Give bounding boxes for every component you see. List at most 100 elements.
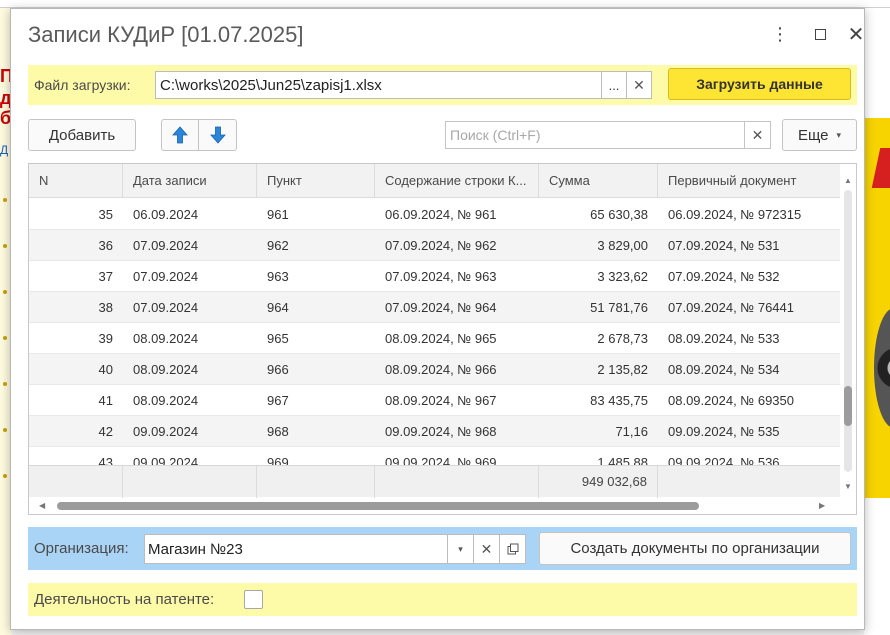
table-row[interactable]: 39 08.09.2024 965 08.09.2024, № 965 2 678,73… bbox=[29, 323, 840, 354]
records-table[interactable]: N Дата записи Пункт Содержание строки К.… bbox=[28, 163, 857, 515]
patent-label: Деятельность на патенте: bbox=[34, 591, 215, 608]
table-body: 35 06.09.2024 961 06.09.2024, № 961 65 630,3… bbox=[29, 199, 840, 465]
cell-date: 09.09.2024 bbox=[133, 455, 199, 465]
chevron-down-icon[interactable]: ▾ bbox=[447, 534, 474, 564]
cell-date: 07.09.2024 bbox=[133, 300, 199, 315]
cell-primary-document: 07.09.2024, № 531 bbox=[668, 238, 780, 253]
cell-sum: 51 781,76 bbox=[590, 300, 648, 315]
table-row[interactable]: 40 08.09.2024 966 08.09.2024, № 966 2 135,82… bbox=[29, 354, 840, 385]
footer-cell bbox=[29, 466, 123, 498]
column-header-date[interactable]: Дата записи bbox=[123, 164, 257, 198]
cell-item: 969 bbox=[267, 455, 289, 465]
cell-sum: 3 829,00 bbox=[597, 238, 648, 253]
bullet-dot bbox=[3, 474, 7, 478]
load-file-input[interactable]: C:\works\2025\Jun25\zapisj1.xlsx bbox=[155, 71, 602, 99]
scroll-thumb[interactable] bbox=[844, 386, 852, 426]
cell-date: 08.09.2024 bbox=[133, 362, 199, 377]
cell-n: 37 bbox=[98, 269, 113, 284]
clear-organization-icon[interactable]: ✕ bbox=[473, 534, 500, 564]
move-up-button[interactable] bbox=[161, 119, 199, 151]
add-button[interactable]: Добавить bbox=[28, 119, 136, 151]
scroll-up-icon[interactable]: ▲ bbox=[844, 176, 852, 185]
cell-primary-document: 08.09.2024, № 533 bbox=[668, 331, 780, 346]
cell-content: 07.09.2024, № 964 bbox=[385, 300, 497, 315]
cell-item: 963 bbox=[267, 269, 289, 284]
window-title: Записи КУДиР [01.07.2025] bbox=[28, 22, 304, 47]
cell-primary-document: 08.09.2024, № 69350 bbox=[668, 393, 794, 408]
more-actions-icon[interactable]: ⋮ bbox=[769, 23, 791, 45]
cell-primary-document: 07.09.2024, № 532 bbox=[668, 269, 780, 284]
cell-n: 43 bbox=[98, 455, 113, 465]
column-header-sum[interactable]: Сумма bbox=[539, 164, 658, 198]
cell-item: 965 bbox=[267, 331, 289, 346]
cell-date: 06.09.2024 bbox=[133, 207, 199, 222]
search-input[interactable]: Поиск (Ctrl+F) bbox=[445, 121, 745, 149]
cell-item: 962 bbox=[267, 238, 289, 253]
table-row[interactable]: 41 08.09.2024 967 08.09.2024, № 967 83 435,7… bbox=[29, 385, 840, 416]
vertical-scrollbar[interactable]: ▲ ▼ bbox=[840, 164, 856, 498]
maximize-icon[interactable] bbox=[809, 23, 831, 45]
scroll-left-icon[interactable]: ◀ bbox=[39, 501, 45, 510]
horizontal-scrollbar[interactable]: ◀ ▶ bbox=[29, 498, 840, 514]
cell-item: 964 bbox=[267, 300, 289, 315]
scroll-down-icon[interactable]: ▼ bbox=[844, 482, 852, 491]
table-row[interactable]: 37 07.09.2024 963 07.09.2024, № 963 3 323,62… bbox=[29, 261, 840, 292]
background-right-panel bbox=[864, 8, 890, 635]
cell-content: 07.09.2024, № 963 bbox=[385, 269, 497, 284]
cell-item: 961 bbox=[267, 207, 289, 222]
table-row[interactable]: 35 06.09.2024 961 06.09.2024, № 961 65 630,3… bbox=[29, 199, 840, 230]
more-menu-button[interactable]: Еще ▾ bbox=[782, 119, 857, 151]
cell-content: 07.09.2024, № 962 bbox=[385, 238, 497, 253]
footer-cell bbox=[658, 466, 840, 498]
cell-primary-document: 06.09.2024, № 972315 bbox=[668, 207, 802, 222]
select-file-button[interactable]: ... bbox=[601, 71, 627, 99]
cell-n: 40 bbox=[98, 362, 113, 377]
more-menu-label: Еще bbox=[797, 126, 829, 144]
search-clear-icon[interactable]: ✕ bbox=[744, 121, 771, 149]
open-organization-icon[interactable] bbox=[499, 534, 526, 564]
cell-content: 09.09.2024, № 968 bbox=[385, 424, 497, 439]
load-data-button[interactable]: Загрузить данные bbox=[668, 68, 851, 100]
cell-content: 08.09.2024, № 965 bbox=[385, 331, 497, 346]
cell-content: 06.09.2024, № 961 bbox=[385, 207, 497, 222]
cell-date: 07.09.2024 bbox=[133, 269, 199, 284]
scroll-thumb[interactable] bbox=[57, 502, 699, 510]
cell-item: 967 bbox=[267, 393, 289, 408]
load-file-label: Файл загрузки: bbox=[34, 77, 131, 93]
cell-content: 08.09.2024, № 966 bbox=[385, 362, 497, 377]
title-bar: Записи КУДиР [01.07.2025] ⋮ ✕ bbox=[11, 9, 864, 61]
cell-n: 41 bbox=[98, 393, 113, 408]
table-row[interactable]: 43 09.09.2024 969 09.09.2024, № 969 1 485,88… bbox=[29, 447, 840, 465]
patent-checkbox[interactable] bbox=[244, 590, 263, 609]
cell-date: 07.09.2024 bbox=[133, 238, 199, 253]
cell-item: 968 bbox=[267, 424, 289, 439]
footer-cell bbox=[123, 466, 257, 498]
column-header-n[interactable]: N bbox=[29, 164, 123, 198]
column-header-primary-document[interactable]: Первичный документ bbox=[658, 164, 840, 198]
cell-primary-document: 07.09.2024, № 76441 bbox=[668, 300, 794, 315]
bullet-dot bbox=[3, 244, 7, 248]
scroll-right-icon[interactable]: ▶ bbox=[819, 501, 825, 510]
column-header-item[interactable]: Пункт bbox=[257, 164, 375, 198]
close-icon[interactable]: ✕ bbox=[845, 23, 867, 46]
clear-file-icon[interactable]: ✕ bbox=[626, 71, 652, 99]
column-header-content[interactable]: Содержание строки К... bbox=[375, 164, 539, 198]
table-row[interactable]: 42 09.09.2024 968 09.09.2024, № 968 71,16 09.… bbox=[29, 416, 840, 447]
background-top-strip bbox=[0, 0, 890, 8]
load-file-panel: Файл загрузки: C:\works\2025\Jun25\zapis… bbox=[28, 65, 857, 105]
cell-primary-document: 09.09.2024, № 535 bbox=[668, 424, 780, 439]
bullet-dot bbox=[3, 336, 7, 340]
cell-sum: 71,16 bbox=[615, 424, 648, 439]
cell-sum: 83 435,75 bbox=[590, 393, 648, 408]
table-row[interactable]: 36 07.09.2024 962 07.09.2024, № 962 3 829,00… bbox=[29, 230, 840, 261]
cell-item: 966 bbox=[267, 362, 289, 377]
move-down-button[interactable] bbox=[198, 119, 237, 151]
create-documents-button[interactable]: Создать документы по организации bbox=[539, 532, 851, 565]
table-footer: 949 032,68 bbox=[29, 465, 840, 498]
table-row[interactable]: 38 07.09.2024 964 07.09.2024, № 964 51 781,7… bbox=[29, 292, 840, 323]
bullet-dot bbox=[3, 290, 7, 294]
organization-input[interactable]: Магазин №23 bbox=[144, 534, 448, 564]
kudir-records-dialog: Записи КУДиР [01.07.2025] ⋮ ✕ Файл загру… bbox=[10, 8, 865, 630]
cell-n: 36 bbox=[98, 238, 113, 253]
bullet-dot bbox=[3, 382, 7, 386]
